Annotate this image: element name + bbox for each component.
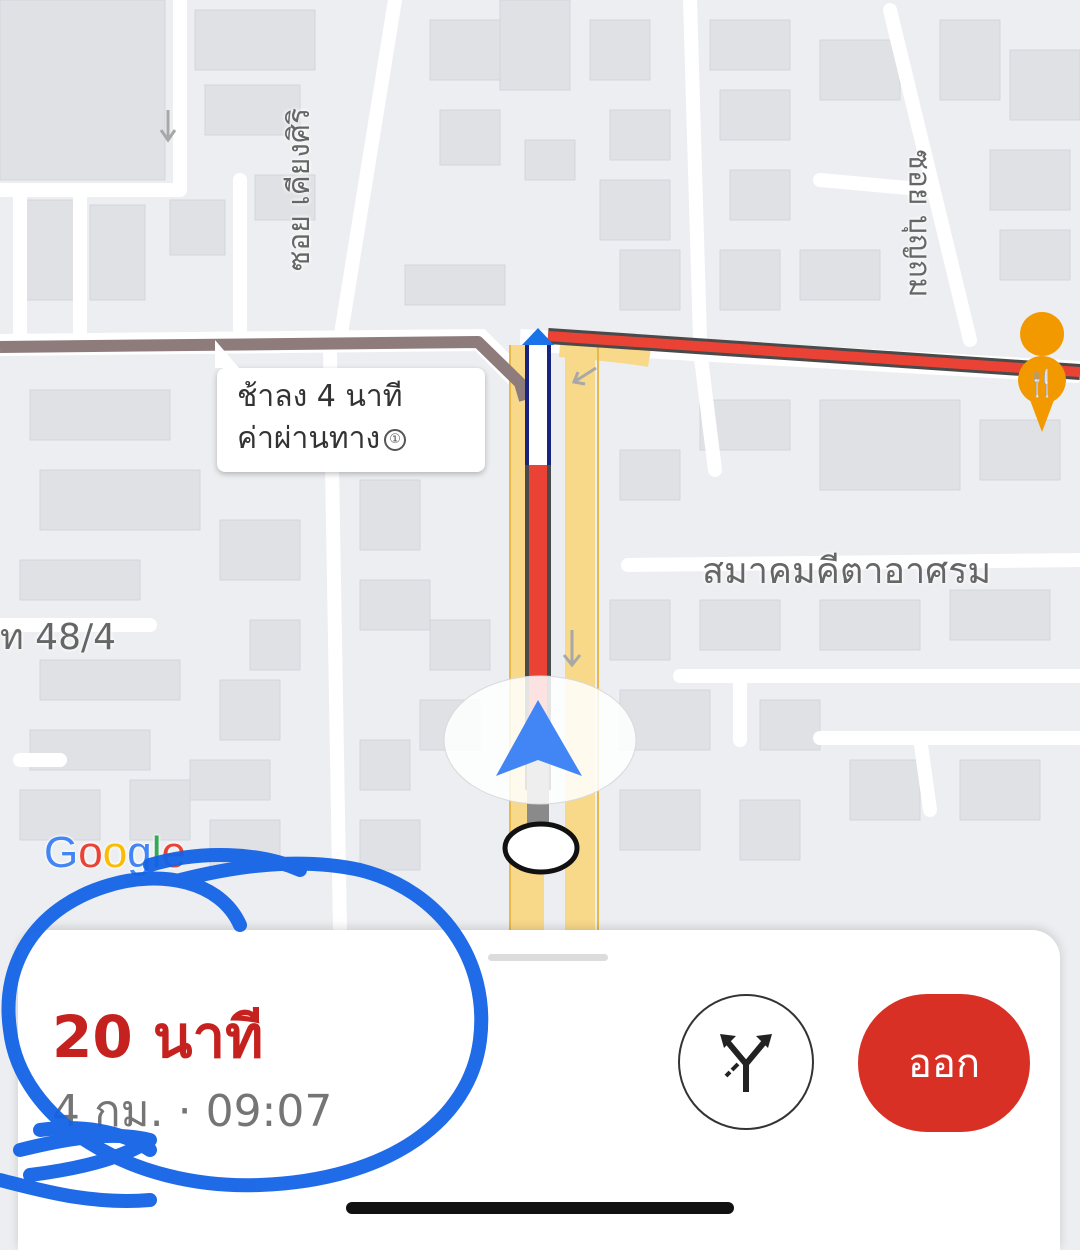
trip-duration: 20 นาที [52, 1003, 264, 1071]
logo-letter: l [151, 828, 162, 877]
alt-routes-icon [720, 1034, 772, 1092]
drag-handle[interactable] [488, 954, 608, 961]
exit-button[interactable]: ออก [858, 994, 1030, 1132]
street-label-vertical: ซอย เคียงศิริ [282, 107, 318, 272]
delay-text: ช้าลง 4 นาที [237, 379, 403, 414]
svg-text:🍴: 🍴 [1026, 368, 1058, 399]
place-label: สมาคมคีตาอาศรม [702, 551, 992, 592]
logo-letter: G [44, 828, 79, 877]
trip-distance-eta: 4 กม. · 09:07 [52, 1086, 333, 1137]
alternate-routes-button[interactable] [678, 994, 814, 1130]
toll-icon: ① [384, 428, 407, 451]
traffic-delay-callout[interactable]: ช้าลง 4 นาที ค่าผ่านทาง ① [215, 340, 485, 472]
google-attribution-logo: Google [44, 828, 186, 878]
home-indicator[interactable] [346, 1202, 734, 1214]
street-label-vertical: ซอย บุญถม [901, 149, 937, 298]
logo-letter: g [127, 828, 152, 877]
street-label: ท 48/4 [0, 617, 117, 658]
logo-letter: o [78, 828, 103, 877]
logo-letter: e [161, 828, 186, 877]
logo-letter: o [102, 828, 128, 877]
toll-text: ค่าผ่านทาง ① [237, 418, 465, 460]
